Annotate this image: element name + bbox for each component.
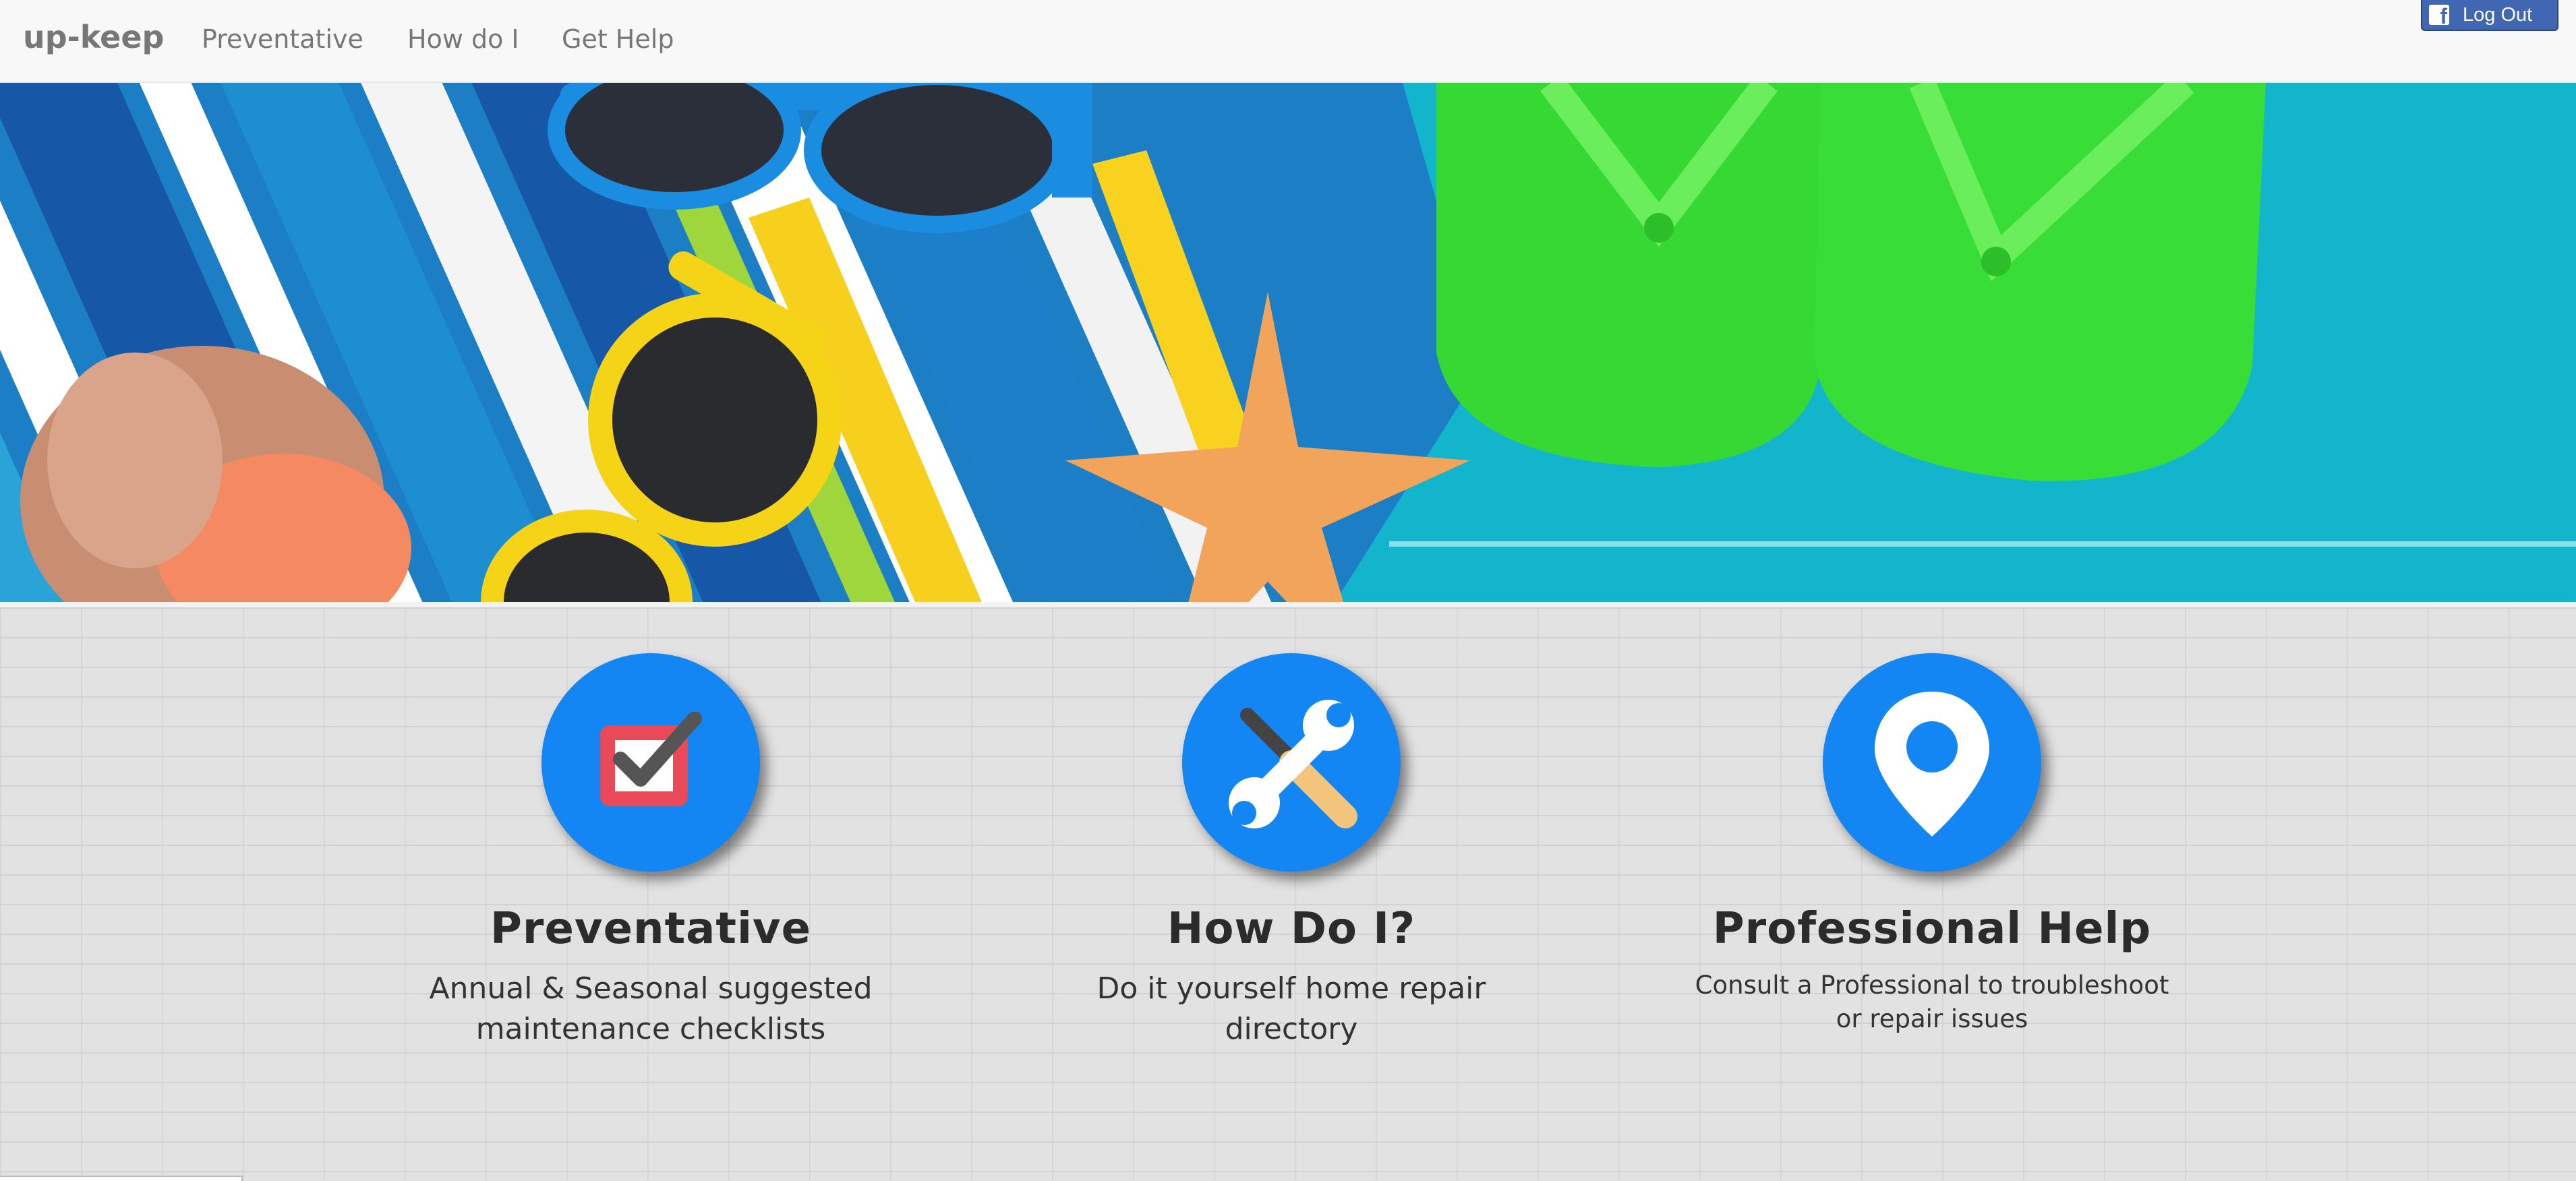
nav-link-how-do-i[interactable]: How do I <box>407 24 519 54</box>
tools-icon <box>1229 700 1357 828</box>
feature-preventative[interactable]: Preventative Annual & Seasonal suggested… <box>381 653 920 1050</box>
feature-icon-circle[interactable] <box>1182 653 1401 872</box>
nav-link-preventative[interactable]: Preventative <box>202 24 363 54</box>
nav-link-get-help[interactable]: Get Help <box>562 24 674 54</box>
facebook-f-icon: f <box>2429 5 2449 27</box>
feature-description: Annual & Seasonal suggested maintenance … <box>429 971 873 1046</box>
feature-description: Do it yourself home repair directory <box>1096 971 1486 1046</box>
feature-how-do-i[interactable]: How Do I? Do it yourself home repair dir… <box>1022 653 1561 1050</box>
facebook-logout-button[interactable]: f Log Out <box>2421 0 2558 31</box>
feature-description: Consult a Professional to troubleshoot o… <box>1695 971 2169 1033</box>
hero-divider <box>0 602 2576 607</box>
features-section: Preventative Annual & Seasonal suggested… <box>0 607 2576 1181</box>
feature-professional-help[interactable]: Professional Help Consult a Professional… <box>1662 653 2202 1036</box>
beach-scene-image <box>0 83 2576 602</box>
bottom-scrollbar-edge <box>0 1176 243 1181</box>
hero-banner <box>0 83 2576 602</box>
facebook-logout-label: Log Out <box>2463 3 2533 26</box>
checkbox-checked-icon <box>600 712 702 806</box>
feature-icon-circle[interactable] <box>1823 653 2041 872</box>
brand-logo[interactable]: up-keep <box>23 19 164 55</box>
navbar: up-keep Preventative How do I Get Help f… <box>0 0 2576 83</box>
location-pin-icon <box>1875 692 1989 837</box>
feature-title: Preventative <box>490 904 811 954</box>
feature-title: Professional Help <box>1712 904 2152 954</box>
feature-icon-circle[interactable] <box>541 653 760 872</box>
feature-title: How Do I? <box>1167 904 1416 954</box>
